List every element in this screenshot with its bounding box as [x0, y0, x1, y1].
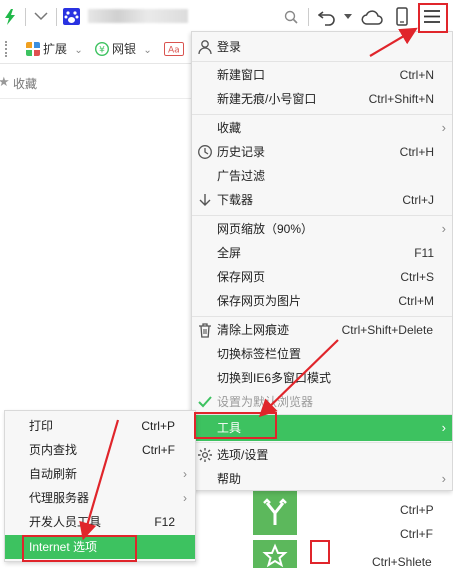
- annotation-arrows: [79, 27, 418, 541]
- annotation-arrow: [369, 27, 418, 57]
- annotation-arrow: [79, 419, 120, 541]
- annotation-arrow: [258, 339, 339, 418]
